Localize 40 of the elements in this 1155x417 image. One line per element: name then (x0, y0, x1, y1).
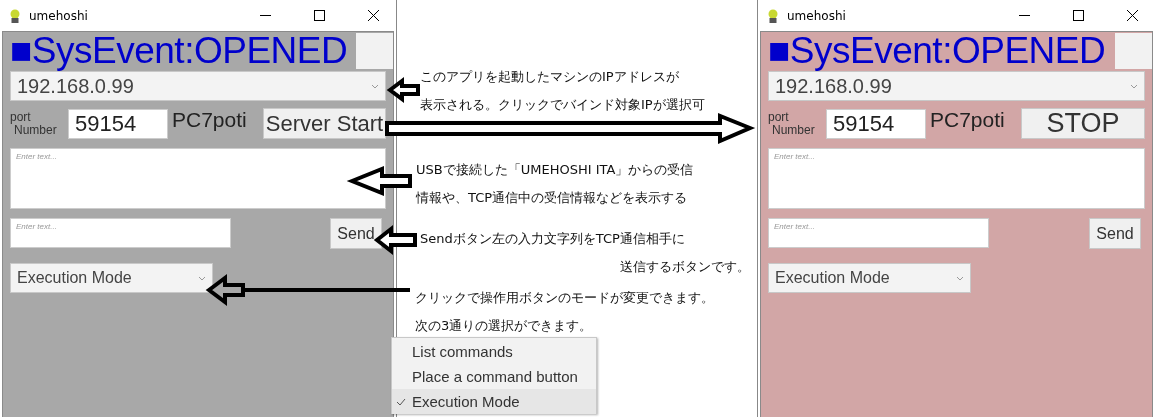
server-button[interactable]: Server Start (263, 108, 386, 139)
send-button[interactable]: Send (330, 218, 382, 249)
minimize-icon (259, 15, 271, 16)
port-label: port Number (768, 110, 816, 137)
annotation-text: クリックで操作用ボタンのモードが変更できます。 次の3通りの選択ができます。 (415, 289, 715, 335)
menu-item[interactable]: Place a command button (392, 364, 596, 389)
check-icon (396, 397, 406, 406)
port-label: port Number (10, 110, 58, 137)
status-box (356, 33, 393, 69)
status-text: ■SysEvent:OPENED (10, 32, 349, 70)
chevron-icon (1130, 83, 1138, 89)
device-name: PC7poti (172, 108, 248, 132)
chevron-icon (198, 275, 206, 281)
server-button[interactable]: STOP (1021, 108, 1145, 139)
annotation-text: Sendボタン左の入力文字列をTCP通信相手に 送信するボタンです。 (420, 230, 750, 276)
ip-select[interactable]: 192.168.0.99 (768, 71, 1145, 101)
device-name: PC7poti (930, 108, 1006, 132)
status-text: ■SysEvent:OPENED (768, 32, 1107, 70)
mode-select[interactable]: Execution Mode (10, 263, 213, 293)
minimize-icon (1018, 15, 1030, 16)
send-button[interactable]: Send (1089, 218, 1141, 249)
close-icon (1126, 10, 1138, 21)
maximize-icon (1072, 10, 1084, 21)
annotation-text: USBで接続した「UMEHOSHI ITA」からの受信 情報や、TCP通信中の受信情報などを表示する (416, 161, 695, 207)
maximize-icon (313, 10, 325, 21)
ip-select[interactable]: 192.168.0.99 (10, 71, 386, 101)
annotation-text: このアプリを起動したマシンのIPアドレスが 表示される。クリックでバインド対象IPが選択可 (420, 68, 706, 114)
app-icon (767, 8, 779, 23)
menu-item[interactable]: Execution Mode (392, 389, 596, 414)
window-title: umehoshi (787, 8, 847, 23)
window-title: umehoshi (29, 8, 89, 23)
chevron-icon (371, 83, 379, 89)
port-field[interactable]: 59154 (68, 108, 168, 139)
menu-item[interactable]: List commands (392, 339, 596, 364)
chevron-icon (956, 275, 964, 281)
status-box (1115, 33, 1152, 69)
mode-select[interactable]: Execution Mode (768, 263, 971, 293)
close-icon (367, 10, 379, 21)
app-icon (9, 8, 21, 23)
port-field[interactable]: 59154 (826, 108, 926, 139)
